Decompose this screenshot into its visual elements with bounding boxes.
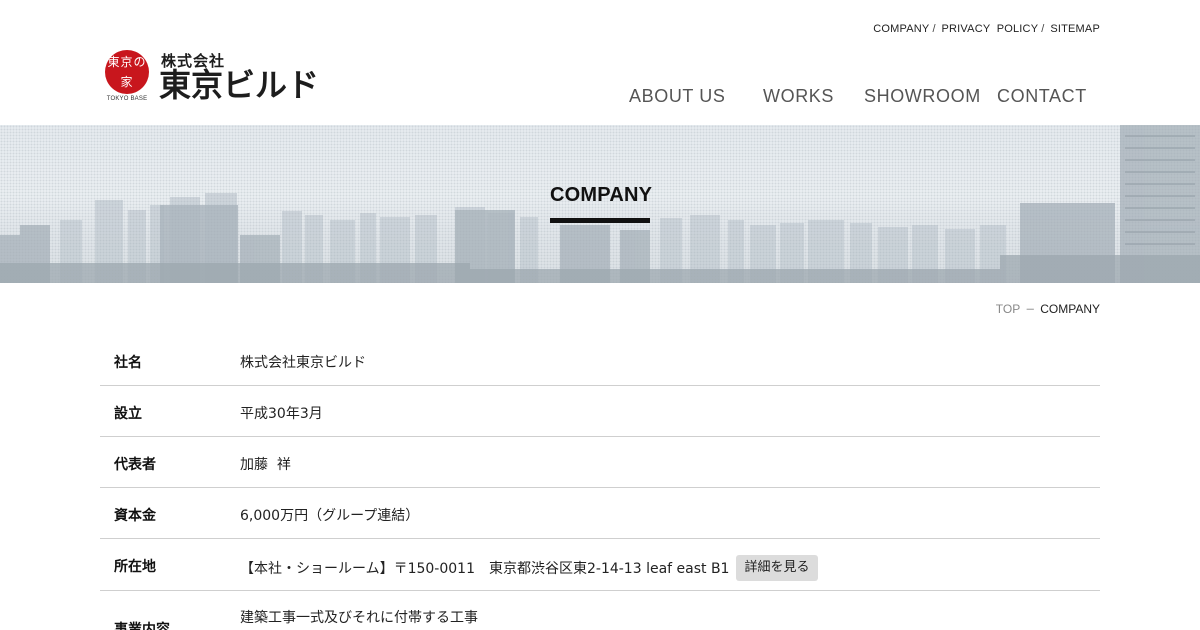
table-row: 事業内容 建築工事一式及びそれに付帯する工事 bbox=[100, 591, 1100, 630]
page-title-underline bbox=[550, 218, 650, 223]
row-label-representative: 代表者 bbox=[114, 457, 156, 473]
row-value-established: 平成30年3月 bbox=[240, 406, 323, 422]
row-label-business: 事業内容 bbox=[114, 622, 170, 630]
company-info-table: 社名 株式会社東京ビルド 設立 平成30年3月 代表者 加藤 祥 資本金 6,0… bbox=[100, 335, 1100, 630]
nav-works[interactable]: WORKS bbox=[763, 86, 834, 107]
util-link-privacy-policy[interactable]: PRIVACY POLICY bbox=[942, 23, 1039, 35]
table-row: 設立 平成30年3月 bbox=[100, 386, 1100, 437]
util-separator: / bbox=[932, 23, 936, 35]
utility-nav: COMPANY / PRIVACY POLICY / SITEMAP bbox=[873, 23, 1100, 35]
row-value-business: 建築工事一式及びそれに付帯する工事 bbox=[240, 610, 478, 626]
row-value-company-name: 株式会社東京ビルド bbox=[240, 355, 366, 371]
table-row: 資本金 6,000万円（グループ連結） bbox=[100, 488, 1100, 539]
row-value-representative: 加藤 祥 bbox=[240, 457, 291, 473]
main-nav: ABOUT US WORKS SHOWROOM CONTACT bbox=[0, 86, 1200, 110]
row-value-capital: 6,000万円（グループ連結） bbox=[240, 508, 420, 524]
table-row: 代表者 加藤 祥 bbox=[100, 437, 1100, 488]
row-label-address: 所在地 bbox=[114, 559, 156, 575]
nav-about-us[interactable]: ABOUT US bbox=[629, 86, 726, 107]
util-link-sitemap[interactable]: SITEMAP bbox=[1050, 23, 1100, 35]
row-value-address: 【本社・ショールーム】〒150-0011 東京都渋谷区東2-14-13 leaf… bbox=[240, 561, 730, 577]
breadcrumb-top-link[interactable]: TOP bbox=[996, 302, 1020, 316]
table-row: 社名 株式会社東京ビルド bbox=[100, 335, 1100, 386]
nav-showroom[interactable]: SHOWROOM bbox=[864, 86, 981, 107]
site-header: COMPANY / PRIVACY POLICY / SITEMAP 東京の家 … bbox=[0, 0, 1200, 125]
row-label-capital: 資本金 bbox=[114, 508, 156, 524]
table-row: 所在地 【本社・ショールーム】〒150-0011 東京都渋谷区東2-14-13 … bbox=[100, 539, 1100, 591]
row-label-company-name: 社名 bbox=[114, 355, 142, 371]
breadcrumb-separator: － bbox=[1025, 305, 1036, 316]
page-title: COMPANY bbox=[550, 184, 653, 206]
util-link-company[interactable]: COMPANY bbox=[873, 23, 929, 35]
util-separator: / bbox=[1041, 23, 1045, 35]
breadcrumb-current: COMPANY bbox=[1040, 301, 1100, 316]
breadcrumb: TOP － COMPANY bbox=[996, 301, 1100, 317]
view-details-button[interactable]: 詳細を見る bbox=[736, 555, 818, 581]
nav-contact[interactable]: CONTACT bbox=[997, 86, 1087, 107]
row-label-established: 設立 bbox=[114, 406, 142, 422]
row-value-address-wrap: 【本社・ショールーム】〒150-0011 東京都渋谷区東2-14-13 leaf… bbox=[240, 555, 818, 581]
